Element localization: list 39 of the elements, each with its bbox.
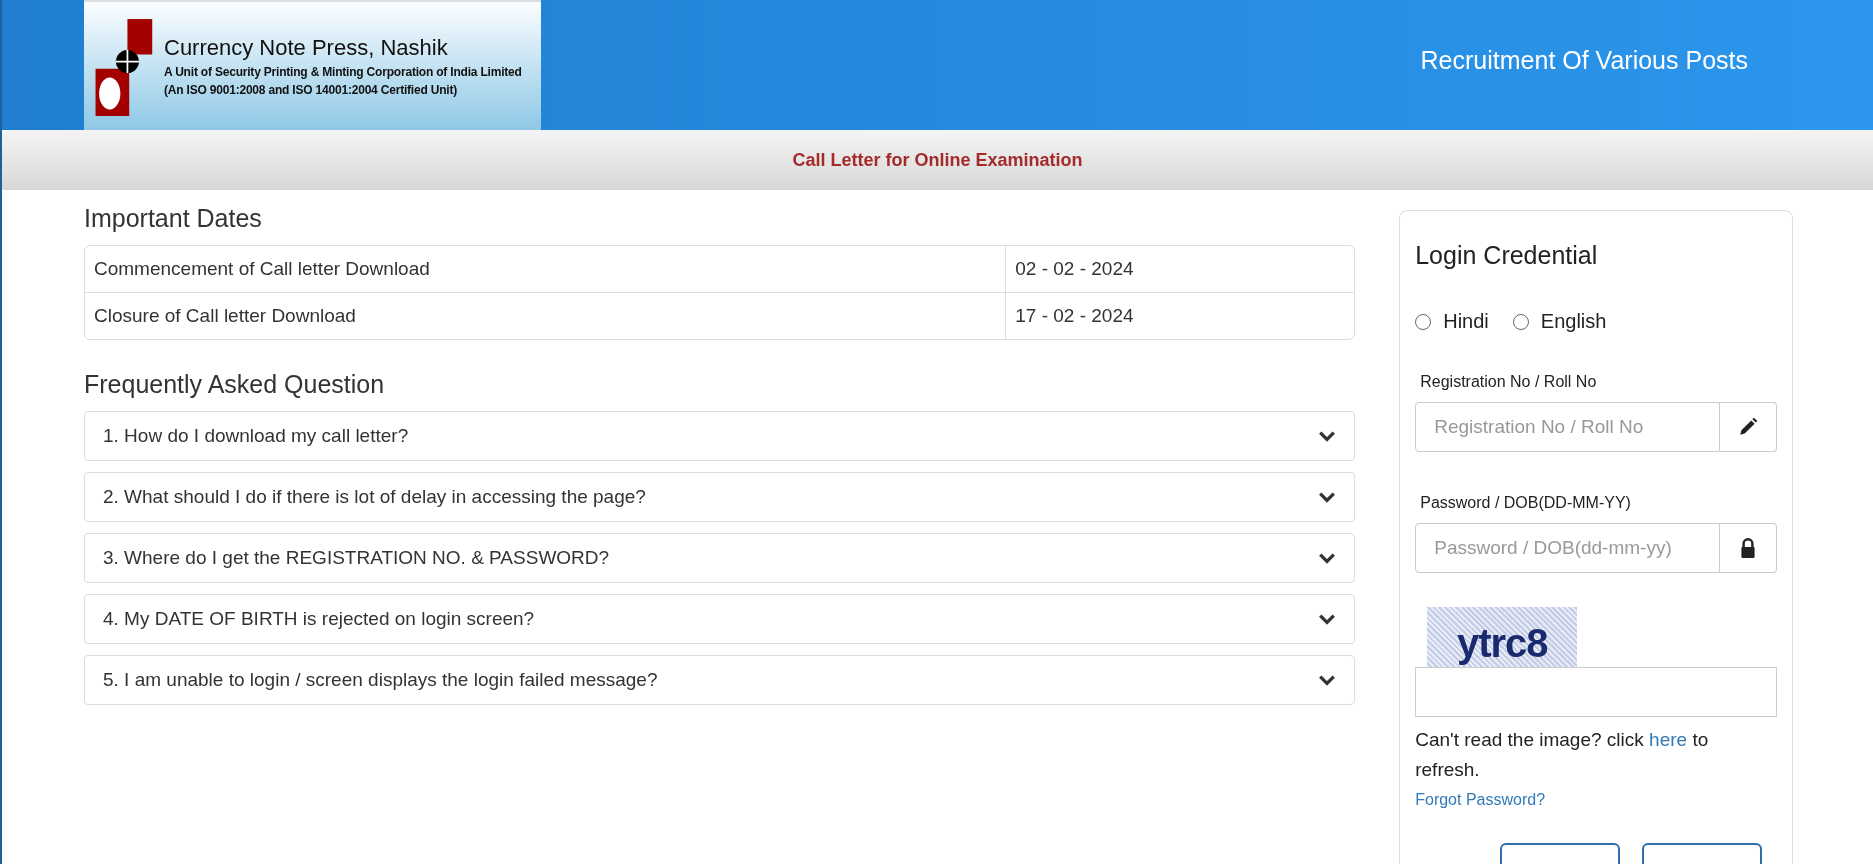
faq-item[interactable]: 2. What should I do if there is lot of delay in accessing the page? — [84, 472, 1356, 522]
table-cell-text: Commencement of Call letter Download — [93, 257, 431, 281]
chevron-down-icon — [1318, 491, 1337, 503]
input-field[interactable]: Registration No / Roll No — [1415, 402, 1720, 452]
faq-item[interactable]: 3. Where do I get the REGISTRATION NO. & PASSWORD? — [84, 533, 1356, 583]
faq-question: 2. What should I do if there is lot of delay in accessing the page? — [103, 486, 646, 508]
faq-question: 3. Where do I get the REGISTRATION NO. & PASSWORD? — [103, 547, 610, 569]
refresh-note: Can't read the image? click here to refresh. — [1415, 728, 1710, 782]
page-title: Call Letter for Online Examination — [792, 149, 1083, 171]
language-option[interactable]: English — [1512, 310, 1607, 333]
panel-heading: Login Credential — [1415, 241, 1599, 270]
chevron-down-icon — [1318, 613, 1337, 625]
field-label: Password / DOB(DD-MM-YY) — [1419, 494, 1632, 512]
chevron-down-icon — [1318, 430, 1337, 442]
faq-question: 4. My DATE OF BIRTH is rejected on login screen? — [103, 608, 535, 630]
faq-item[interactable]: 1. How do I download my call letter? — [84, 411, 1356, 461]
forgot-password-link[interactable]: Forgot Password? — [1415, 791, 1546, 809]
language-option[interactable]: Hindi — [1415, 310, 1489, 333]
logo-title: Currency Note Press, Nashik — [164, 35, 449, 61]
input-field[interactable]: Password / DOB(dd-mm-yy) — [1415, 523, 1720, 573]
pencil-icon — [1737, 416, 1759, 438]
table-cell-text: Closure of Call letter Download — [93, 304, 357, 328]
captcha-text: ytrc8 — [1456, 620, 1548, 667]
chevron-down-icon — [1318, 674, 1337, 686]
faq-item[interactable]: 5. I am unable to login / screen displays the login failed message? — [84, 655, 1356, 705]
logo-subtitle: A Unit of Security Printing & Minting Corporation of India Limited — [164, 65, 522, 79]
logo-certification: (An ISO 9001:2008 and ISO 14001:2004 Certified Unit) — [164, 83, 459, 97]
refresh-link[interactable]: here — [1649, 729, 1688, 750]
faq-item[interactable]: 4. My DATE OF BIRTH is rejected on login screen? — [84, 594, 1356, 644]
site-title: Recruitment Of Various Posts — [1420, 45, 1748, 75]
table-cell: 17 - 02 - 2024 — [1005, 293, 1355, 339]
section-heading: Important Dates — [84, 204, 263, 233]
faq-question: 1. How do I download my call letter? — [103, 425, 409, 447]
captcha-input-field[interactable] — [1415, 667, 1777, 717]
table-cell: 02 - 02 - 2024 — [1005, 246, 1355, 292]
field-label: Registration No / Roll No — [1419, 373, 1598, 391]
chevron-down-icon — [1318, 552, 1337, 564]
section-heading: Frequently Asked Question — [84, 370, 386, 399]
faq-question: 5. I am unable to login / screen displays the login failed message? — [103, 669, 658, 691]
